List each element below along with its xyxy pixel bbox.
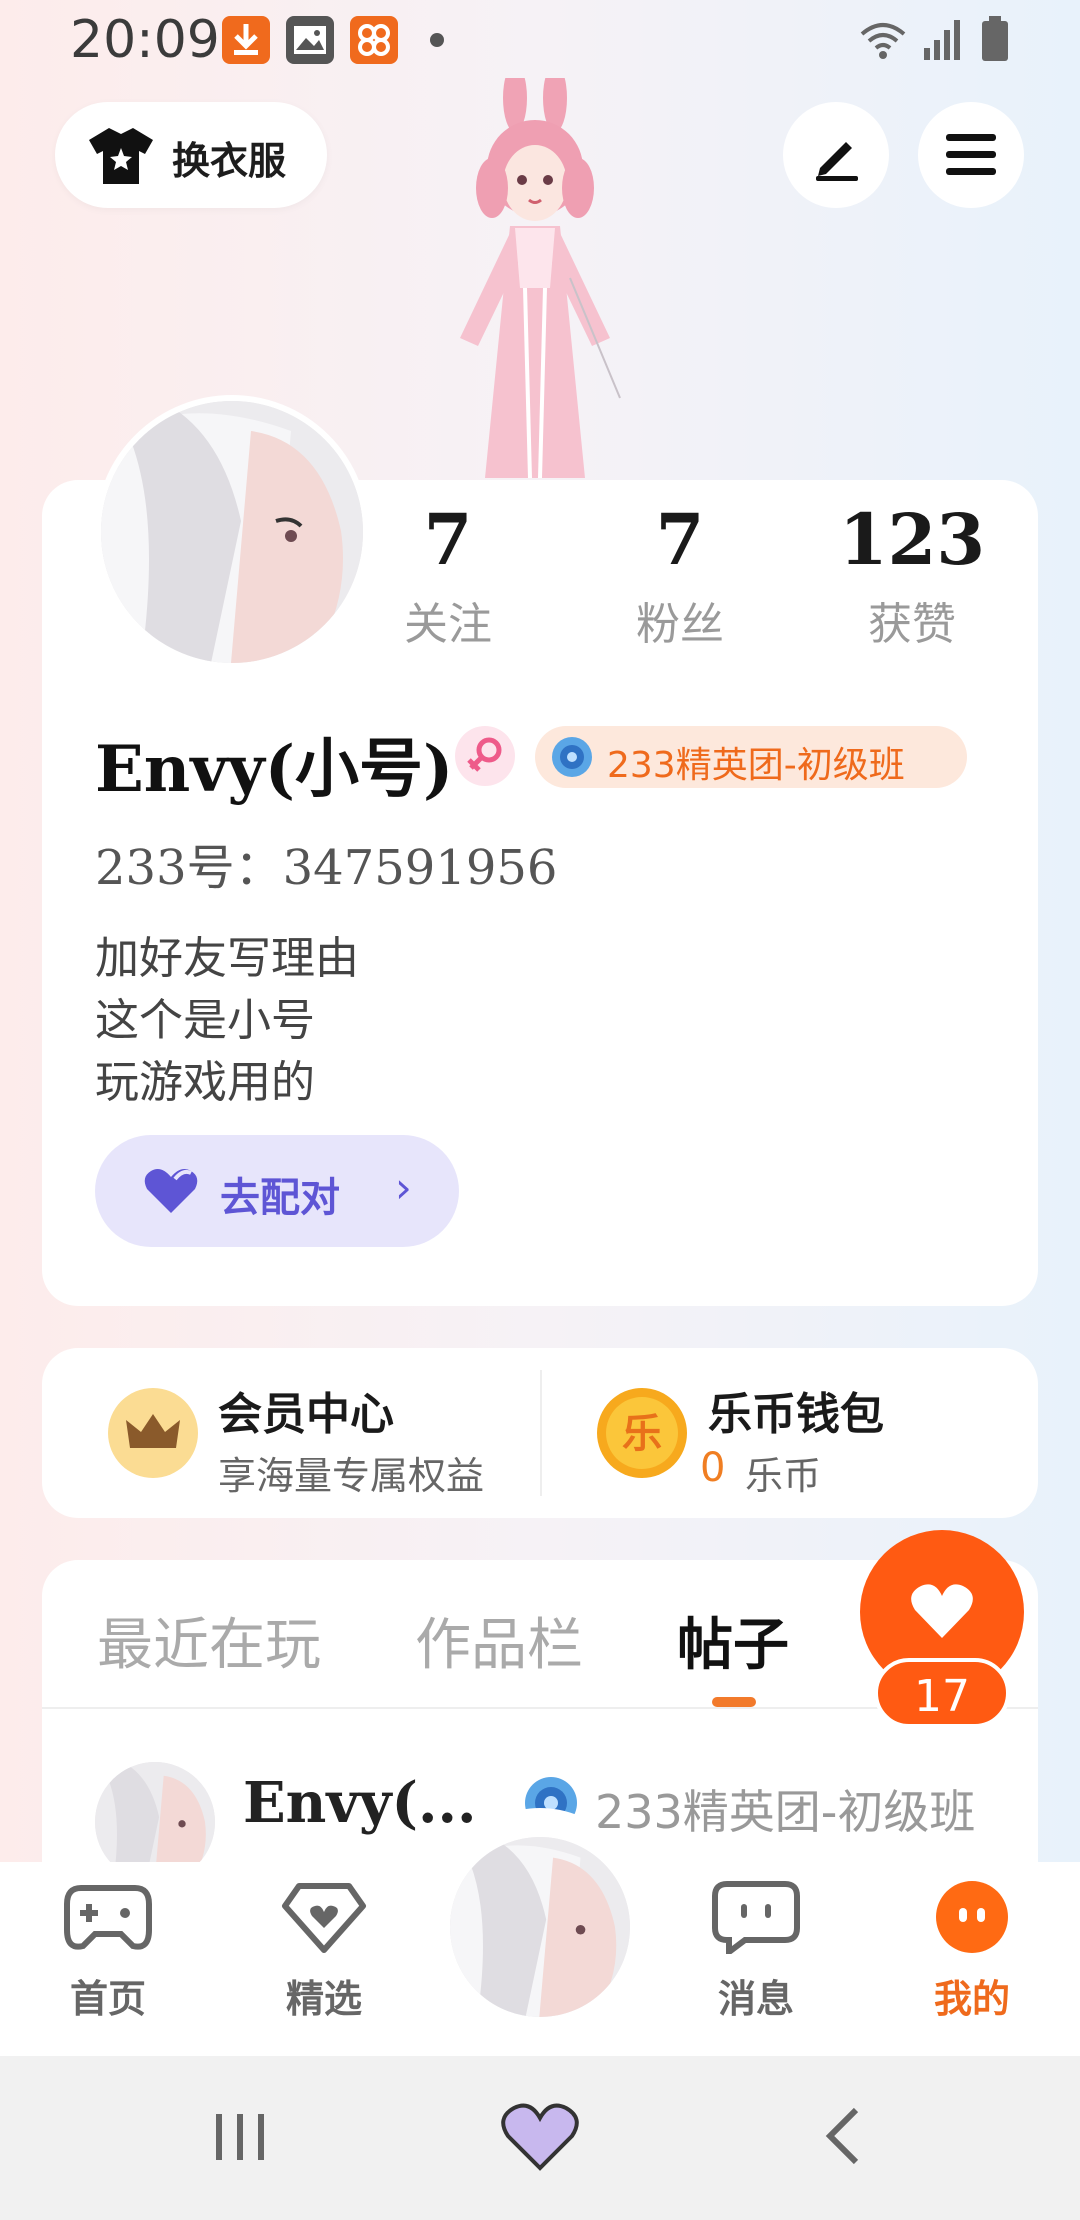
signal-icon — [924, 20, 960, 60]
tab-posts[interactable]: 帖子 — [677, 1600, 789, 1681]
nav-featured-label: 精选 — [285, 1977, 362, 2021]
bio-line: 玩游戏用的 — [95, 1057, 315, 1108]
clock: 20:09 — [70, 10, 220, 70]
edit-profile-button[interactable] — [783, 102, 889, 208]
nav-center-avatar[interactable] — [445, 1832, 635, 2022]
wallet-amount: 0 — [700, 1445, 726, 1491]
bio-line: 加好友写理由 — [95, 933, 359, 984]
tab-recently-played[interactable]: 最近在玩 — [97, 1600, 321, 1681]
user-id[interactable]: 233号：347591956 — [95, 828, 557, 898]
nav-featured[interactable]: 精选 — [254, 1880, 394, 2023]
status-bar: 20:09 — [0, 0, 1080, 80]
nav-messages[interactable]: 消息 — [686, 1880, 826, 2023]
wallet-unit: 乐币 — [745, 1454, 822, 1498]
tab-works[interactable]: 作品栏 — [415, 1600, 583, 1681]
hamburger-menu-icon — [946, 134, 996, 175]
avatar-character[interactable] — [420, 78, 660, 478]
heart-badge-icon — [282, 1883, 366, 1953]
active-tab-indicator — [712, 1697, 756, 1707]
followers-label: 粉丝 — [636, 599, 724, 650]
back-icon[interactable] — [820, 2104, 868, 2168]
coin-glyph: 乐 — [622, 1411, 662, 1457]
crown-icon — [108, 1388, 198, 1478]
nav-messages-label: 消息 — [717, 1977, 794, 2021]
more-notifications-dot — [430, 33, 444, 47]
battery-icon — [982, 16, 1008, 61]
avatar-illustration — [101, 401, 363, 663]
bio-line: 这个是小号 — [95, 995, 315, 1046]
tshirt-icon — [89, 128, 153, 184]
face-icon — [936, 1881, 1008, 1953]
change-outfit-label: 换衣服 — [172, 139, 287, 183]
following-label: 关注 — [404, 599, 492, 650]
profile-avatar[interactable] — [95, 395, 369, 669]
recent-apps-icon[interactable] — [210, 2106, 270, 2166]
avatar-illustration — [450, 1837, 630, 2017]
nav-home[interactable]: 首页 — [38, 1880, 178, 2023]
gender-female-icon — [455, 726, 515, 786]
lebi-coin-icon: 乐 — [597, 1388, 687, 1478]
followers-count: 7 — [655, 498, 705, 581]
post-author-badge: 233精英团-初级班 — [595, 1785, 976, 1839]
download-notification-icon — [222, 16, 270, 64]
member-center-title[interactable]: 会员中心 — [218, 1378, 394, 1442]
wallet-title[interactable]: 乐币钱包 — [708, 1378, 884, 1442]
system-navigation-bar — [0, 2056, 1080, 2220]
match-button-label: 去配对 — [220, 1175, 340, 1221]
match-button[interactable]: 去配对 › — [95, 1135, 459, 1247]
following-count: 7 — [423, 498, 473, 581]
membership-badge[interactable]: 233精英团-初级班 — [535, 726, 967, 788]
edit-pen-icon — [816, 142, 858, 181]
nav-mine[interactable]: 我的 — [902, 1880, 1042, 2023]
menu-button[interactable] — [918, 102, 1024, 208]
likes-received-count: 123 — [838, 498, 986, 581]
membership-badge-text: 233精英团-初级班 — [607, 745, 905, 786]
gallery-notification-icon — [286, 16, 334, 64]
badge-gem-icon — [552, 737, 592, 777]
nav-home-label: 首页 — [69, 1977, 146, 2021]
username: Envy(小号) — [95, 732, 454, 807]
post-author-name[interactable]: Envy(... — [243, 1770, 476, 1836]
like-count-badge: 17 — [874, 1658, 1010, 1728]
heart-icon — [911, 1584, 973, 1638]
nav-mine-label: 我的 — [933, 1977, 1010, 2021]
following-stat[interactable]: 7 关注 — [348, 500, 548, 652]
home-heart-icon[interactable] — [500, 2100, 580, 2172]
chat-icon — [712, 1881, 800, 1958]
wifi-icon — [860, 23, 906, 59]
followers-stat[interactable]: 7 粉丝 — [580, 500, 780, 652]
double-heart-icon — [144, 1169, 198, 1213]
gamepad-icon — [64, 1885, 152, 1950]
likes-received-stat[interactable]: 123 获赞 — [812, 500, 1012, 652]
card-divider — [540, 1370, 542, 1496]
change-outfit-button[interactable]: 换衣服 — [55, 102, 327, 208]
likes-received-label: 获赞 — [868, 599, 956, 650]
member-center-subtitle: 享海量专属权益 — [218, 1454, 485, 1498]
chevron-right-icon: › — [395, 1163, 412, 1212]
app-notification-icon — [350, 16, 398, 64]
